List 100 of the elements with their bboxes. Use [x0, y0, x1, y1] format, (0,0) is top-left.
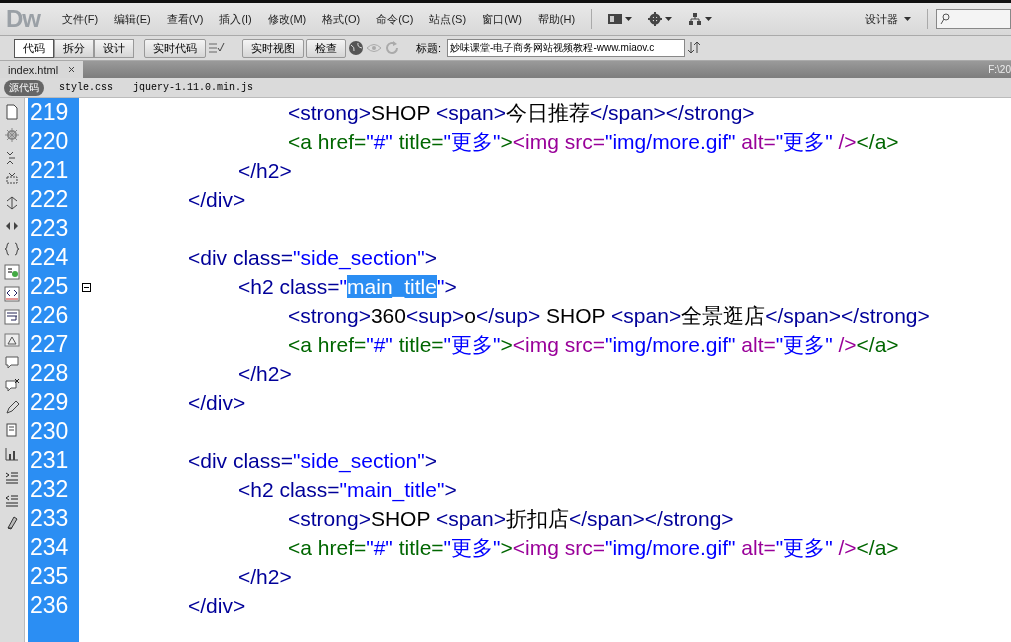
code-token: "#"	[366, 536, 393, 559]
title-field[interactable]: 妙味课堂-电子商务网站视频教程-www.miaov.c	[447, 39, 686, 57]
line-number: 234	[29, 533, 70, 562]
code-text: o	[464, 304, 477, 327]
warning-icon[interactable]	[4, 331, 20, 348]
related-file[interactable]: 源代码	[4, 79, 44, 96]
close-icon[interactable]	[68, 66, 76, 73]
line-number: 232	[29, 475, 70, 504]
code-token: "main_title"	[339, 478, 445, 501]
code-token: >	[444, 275, 457, 298]
code-token: <img src=	[512, 130, 605, 153]
code-token: alt=	[740, 333, 776, 356]
inspect-button[interactable]: 检查	[306, 38, 346, 58]
code-token: "	[436, 275, 445, 298]
fold-toggle[interactable]	[82, 283, 91, 292]
code-token: >	[424, 449, 437, 472]
menu-item[interactable]: 文件(F)	[54, 11, 107, 27]
code-token: "img/more.gif"	[605, 333, 736, 356]
code-token: </span></strong>	[589, 101, 755, 124]
code-token: title=	[397, 130, 444, 153]
code-token: </div>	[188, 594, 246, 617]
code-token: </span></strong>	[765, 304, 930, 327]
live-code-button[interactable]: 实时代码	[144, 38, 206, 58]
line-number: 226	[29, 301, 70, 330]
layout-dropdown[interactable]	[608, 13, 633, 25]
code-token: </a>	[856, 333, 899, 356]
expand-icon[interactable]	[4, 195, 20, 212]
code-token: "img/more.gif"	[605, 536, 736, 559]
code-text: SHOP	[370, 101, 432, 124]
code-token: >	[500, 536, 513, 559]
menu-item[interactable]: 帮助(H)	[529, 11, 584, 27]
line-number: 236	[29, 591, 70, 620]
file-check-icon[interactable]	[208, 41, 226, 55]
code-token: >	[500, 130, 513, 153]
snippet-icon[interactable]	[4, 423, 20, 440]
code-token: </span></strong>	[568, 507, 734, 530]
code-token: <strong>	[288, 101, 371, 124]
menu-item[interactable]: 插入(I)	[211, 11, 260, 27]
code-token: </h2>	[238, 159, 292, 182]
code-token: >	[424, 246, 437, 269]
code-token: </a>	[856, 536, 899, 559]
site-structure-dropdown[interactable]	[688, 12, 713, 26]
code-icon[interactable]	[4, 286, 20, 303]
code-token: />	[837, 130, 857, 153]
globe-icon[interactable]	[348, 40, 364, 56]
code-token: </div>	[188, 391, 246, 414]
code-token: "#"	[366, 333, 393, 356]
code-token: <div class=	[188, 246, 294, 269]
line-number: 221	[29, 156, 70, 185]
menu-item[interactable]: 窗口(W)	[474, 11, 530, 27]
code-token: "更多"	[443, 130, 501, 153]
search-field[interactable]	[936, 9, 1011, 29]
view-tab[interactable]: 代码	[14, 38, 54, 58]
chart-icon[interactable]	[4, 445, 20, 462]
remove-comment-icon[interactable]	[4, 377, 20, 394]
live-view-button[interactable]: 实时视图	[242, 38, 304, 58]
code-token: <a href=	[288, 333, 367, 356]
code-token: title=	[397, 333, 444, 356]
menu-item[interactable]: 查看(V)	[158, 11, 212, 27]
code-token: <span>	[435, 101, 506, 124]
code-token: </sup>	[476, 304, 541, 327]
related-file[interactable]: jquery-1.11.0.min.js	[128, 81, 259, 94]
code-token: <a href=	[288, 536, 367, 559]
document-tab[interactable]: index.html	[0, 61, 84, 78]
code-token: <a href=	[288, 130, 367, 153]
pencil-icon[interactable]	[4, 400, 20, 417]
code-token: >	[500, 333, 513, 356]
line-number: 230	[29, 417, 70, 446]
app-logo: Dw	[6, 5, 40, 33]
code-token: alt=	[740, 130, 776, 153]
code-token: </h2>	[238, 362, 292, 385]
format-icon[interactable]	[4, 514, 20, 531]
search-icon	[940, 13, 950, 25]
menu-item[interactable]: 格式(O)	[314, 11, 369, 27]
caret-icon	[904, 17, 911, 21]
view-tab[interactable]: 设计	[94, 38, 134, 58]
code-token: </a>	[856, 130, 899, 153]
workspace-switcher[interactable]: 设计器	[857, 11, 919, 27]
menu-item[interactable]: 命令(C)	[368, 11, 422, 27]
word-wrap-icon[interactable]	[4, 309, 20, 326]
view-tab[interactable]: 拆分	[54, 38, 94, 58]
related-file[interactable]: style.css	[54, 81, 118, 94]
menu-item[interactable]: 修改(M)	[259, 11, 315, 27]
code-token: <sup>	[405, 304, 465, 327]
gear-icon[interactable]	[4, 126, 20, 143]
code-token: "side_section"	[293, 449, 425, 472]
menu-item[interactable]: 编辑(E)	[106, 11, 159, 27]
line-number: 228	[29, 359, 70, 388]
code-token: "img/more.gif"	[605, 130, 736, 153]
code-text: 360	[370, 304, 406, 327]
code-token: title=	[397, 536, 444, 559]
code-token: <strong>	[288, 507, 371, 530]
document-icon[interactable]	[4, 104, 20, 120]
line-number: 235	[29, 562, 70, 591]
code-token: main_title	[347, 275, 437, 298]
braces-icon[interactable]	[4, 240, 20, 257]
menu-item[interactable]: 站点(S)	[421, 11, 475, 27]
gear-dropdown[interactable]	[648, 12, 673, 26]
line-numbers-icon[interactable]	[4, 263, 20, 280]
comment-icon[interactable]	[4, 354, 20, 371]
